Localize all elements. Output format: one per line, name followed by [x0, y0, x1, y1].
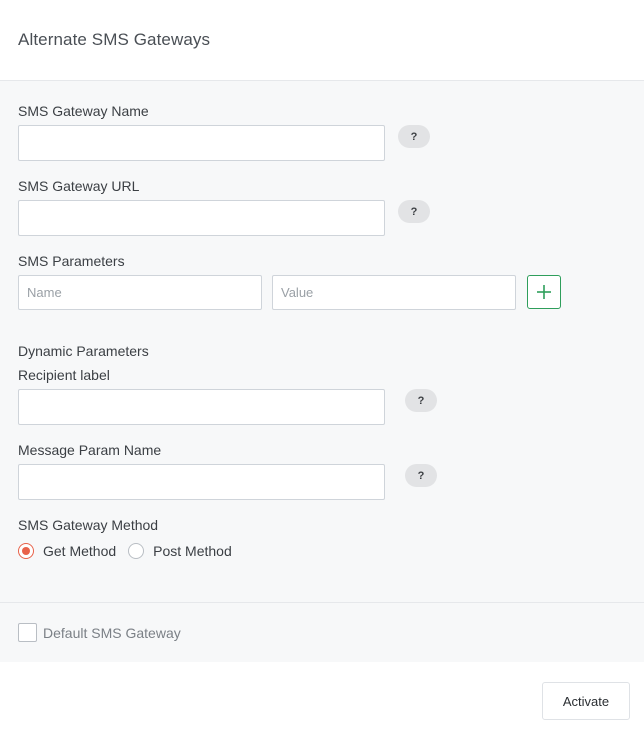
recipient-label-help-button[interactable]: ? — [405, 389, 437, 412]
post-method-option[interactable]: Post Method — [128, 543, 232, 559]
modal-title: Alternate SMS Gateways — [18, 30, 211, 49]
plus-icon — [537, 285, 551, 299]
sms-parameters-label: SMS Parameters — [18, 253, 125, 269]
gateway-url-help-button[interactable]: ? — [398, 200, 430, 223]
gateway-method-label: SMS Gateway Method — [18, 517, 159, 533]
default-gateway-checkbox[interactable] — [18, 623, 37, 642]
message-param-name-help-button[interactable]: ? — [405, 464, 437, 487]
get-method-option[interactable]: Get Method — [18, 543, 116, 559]
gateway-name-input[interactable] — [18, 125, 385, 161]
parameter-name-input[interactable] — [18, 275, 262, 310]
get-method-radio[interactable] — [18, 543, 34, 559]
gateway-name-label: SMS Gateway Name — [18, 103, 149, 119]
modal-body: SMS Gateway Name ? SMS Gateway URL ? SMS… — [0, 81, 644, 662]
gateway-name-help-button[interactable]: ? — [398, 125, 430, 148]
default-gateway-label: Default SMS Gateway — [43, 624, 181, 641]
recipient-label-input[interactable] — [18, 389, 385, 425]
post-method-label: Post Method — [153, 543, 232, 559]
get-method-label: Get Method — [43, 543, 117, 559]
message-param-name-label: Message Param Name — [18, 442, 162, 458]
dynamic-parameters-heading: Dynamic Parameters — [18, 343, 149, 359]
gateway-url-label: SMS Gateway URL — [18, 178, 140, 194]
modal-header: Alternate SMS Gateways — [0, 0, 644, 81]
radio-selected-dot — [22, 547, 30, 555]
add-parameter-button[interactable] — [527, 275, 561, 309]
activate-button[interactable]: Activate — [542, 682, 630, 720]
parameter-value-input[interactable] — [272, 275, 516, 310]
section-divider — [0, 602, 644, 603]
recipient-label-label: Recipient label — [18, 367, 110, 383]
post-method-radio[interactable] — [128, 543, 145, 559]
message-param-name-input[interactable] — [18, 464, 385, 500]
gateway-url-input[interactable] — [18, 200, 385, 236]
gateway-method-radio-group: Get Method Post Method — [18, 543, 244, 559]
default-gateway-option[interactable]: Default SMS Gateway — [18, 623, 181, 642]
